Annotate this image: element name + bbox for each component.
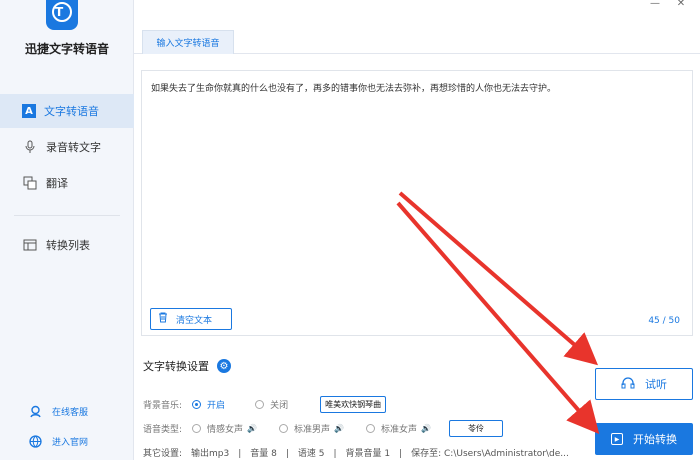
- other-settings-text[interactable]: 其它设置: 输出mp3 | 音量 8 | 语速 5 | 背景音量 1 | 保存至…: [143, 446, 569, 459]
- bg-music-label: 背景音乐:: [143, 401, 183, 411]
- clear-text-label: 清空文本: [176, 315, 213, 326]
- translate-icon: [22, 175, 38, 191]
- voice-label-standard-female[interactable]: 标准女声: [381, 422, 417, 435]
- voice-radio-standard-male[interactable]: [279, 424, 289, 433]
- online-support-label: 在线客服: [52, 407, 89, 418]
- minimize-icon[interactable]: —: [644, 0, 666, 10]
- start-convert-label: 开始转换: [633, 433, 677, 446]
- sidebar-item-translate[interactable]: 翻译: [0, 166, 134, 200]
- more-voices-button[interactable]: 苓伶: [449, 420, 503, 437]
- play-icon: ▶: [611, 433, 623, 445]
- try-listen-button[interactable]: 试听: [595, 368, 693, 400]
- globe-icon: [28, 434, 42, 448]
- speaker-icon[interactable]: 🔊: [421, 424, 431, 433]
- official-site-link[interactable]: 进入官网: [28, 434, 88, 448]
- bg-track-button[interactable]: 唯美欢快钢琴曲: [320, 396, 387, 413]
- official-site-label: 进入官网: [52, 437, 89, 448]
- voice-radio-standard-female[interactable]: [366, 424, 376, 433]
- text-to-speech-icon: A: [22, 104, 36, 118]
- sidebar-item-conversion-list[interactable]: 转换列表: [0, 228, 134, 262]
- settings-title-text: 文字转换设置: [143, 360, 209, 373]
- app-title: 迅捷文字转语音: [24, 42, 109, 56]
- microphone-icon: [22, 139, 38, 155]
- bg-music-off-radio[interactable]: [255, 400, 265, 409]
- online-support-link[interactable]: 在线客服: [28, 404, 88, 418]
- sidebar-item-label: 转换列表: [46, 239, 90, 252]
- char-counter: 45 / 50: [648, 316, 680, 326]
- other-settings-row: 其它设置: 输出mp3 | 音量 8 | 语速 5 | 背景音量 1 | 保存至…: [143, 446, 569, 459]
- speaker-icon[interactable]: 🔊: [334, 424, 344, 433]
- text-editor[interactable]: 如果失去了生命你就真的什么也没有了，再多的错事你也无法去弥补，再想珍惜的人你也无…: [141, 70, 693, 336]
- sidebar-item-speech-to-text[interactable]: 录音转文字: [0, 130, 134, 164]
- app-logo: T: [46, 0, 78, 30]
- list-icon: [22, 237, 38, 253]
- gear-icon[interactable]: ⚙: [217, 359, 231, 373]
- clear-text-button[interactable]: 清空文本: [150, 308, 232, 330]
- headphones-icon: [621, 376, 635, 393]
- sidebar-item-label: 录音转文字: [46, 141, 101, 154]
- editor-text[interactable]: 如果失去了生命你就真的什么也没有了，再多的错事你也无法去弥补，再想珍惜的人你也无…: [151, 81, 556, 94]
- trash-icon: [158, 312, 168, 326]
- voice-label-standard-male[interactable]: 标准男声: [294, 422, 330, 435]
- logo-letter: T: [55, 5, 64, 19]
- voice-type-label: 语音类型:: [143, 425, 183, 435]
- bg-music-row: 背景音乐: 开启 关闭 唯美欢快钢琴曲: [143, 396, 387, 413]
- bg-music-on-radio[interactable]: [192, 400, 202, 409]
- voice-type-row: 语音类型: 情感女声 🔊 标准男声 🔊 标准女声 🔊 苓伶: [143, 420, 503, 437]
- tab-input-text[interactable]: 输入文字转语音: [142, 30, 234, 54]
- sidebar-item-text-to-speech[interactable]: A 文字转语音: [0, 94, 134, 128]
- voice-radio-emotional-female[interactable]: [192, 424, 202, 433]
- speaker-icon[interactable]: 🔊: [247, 424, 257, 433]
- voice-label-emotional-female[interactable]: 情感女声: [207, 422, 243, 435]
- sidebar-item-label: 文字转语音: [44, 105, 99, 118]
- sidebar-item-label: 翻译: [46, 177, 68, 190]
- settings-title: 文字转换设置 ⚙: [143, 358, 231, 374]
- customer-service-icon: [28, 404, 42, 418]
- bg-music-on-label[interactable]: 开启: [207, 398, 225, 411]
- start-convert-button[interactable]: ▶ 开始转换: [595, 423, 693, 455]
- tab-bar: 输入文字转语音: [134, 30, 700, 54]
- sidebar: T 迅捷文字转语音 A 文字转语音 录音转文字 翻译 转换列表 在线客服 进入官…: [0, 0, 134, 460]
- try-listen-label: 试听: [645, 378, 667, 391]
- bg-music-off-label[interactable]: 关闭: [270, 398, 288, 411]
- sidebar-divider: [14, 215, 120, 216]
- close-icon[interactable]: ✕: [670, 0, 692, 10]
